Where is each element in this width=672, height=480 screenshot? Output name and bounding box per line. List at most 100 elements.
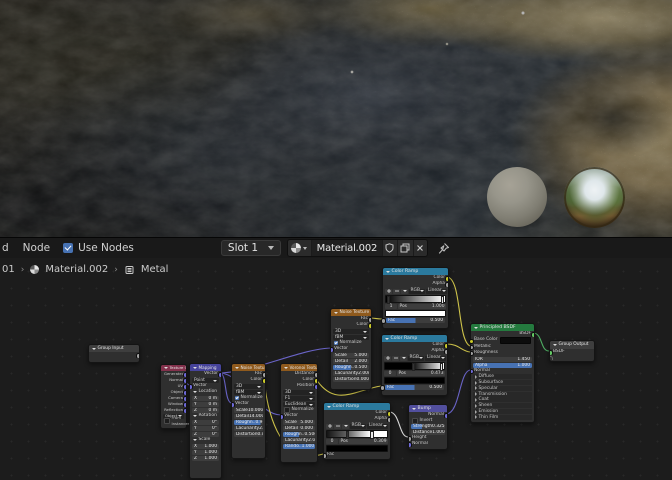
- dimensions-dropdown[interactable]: 3D: [234, 384, 263, 389]
- empty-input-socket[interactable]: [550, 356, 553, 360]
- roughness-slider[interactable]: Roughn..0.500: [283, 432, 315, 437]
- from-instancer-checkbox[interactable]: [164, 418, 170, 424]
- color-mode-dropdown[interactable]: RGB: [350, 424, 366, 430]
- interpolation-dropdown[interactable]: Linear: [426, 289, 447, 295]
- panel-specular[interactable]: Specular: [473, 386, 532, 391]
- lacunarity-slider[interactable]: Lacunarity2.000: [234, 426, 263, 431]
- add-stop-button[interactable]: [326, 424, 333, 430]
- collapse-icon[interactable]: [284, 367, 288, 369]
- collapse-icon[interactable]: [385, 338, 389, 340]
- unlink-material-button[interactable]: [414, 240, 427, 256]
- remove-stop-button[interactable]: [392, 356, 399, 362]
- dimensions-dropdown[interactable]: 3D: [283, 390, 315, 395]
- add-stop-button[interactable]: [384, 356, 391, 362]
- interpolation-dropdown[interactable]: Linear: [367, 424, 388, 430]
- gradient-bar[interactable]: [384, 362, 445, 370]
- section-expand-icon[interactable]: [193, 439, 197, 441]
- collapse-icon[interactable]: [474, 327, 478, 329]
- output-socket-vector[interactable]: [218, 372, 221, 377]
- output-socket-alpha[interactable]: [444, 349, 447, 354]
- location-x-field[interactable]: X0 m: [192, 396, 219, 401]
- fac-slider[interactable]: Fac0.500: [386, 318, 445, 323]
- gradient-stop[interactable]: [387, 296, 390, 304]
- panel-sheen[interactable]: Sheen: [473, 403, 532, 408]
- node-principled-bsdf[interactable]: Principled BSDF BSDF Base Color Metallic…: [470, 323, 535, 423]
- rotation-x-field[interactable]: X0°: [192, 420, 219, 425]
- breadcrumb-node-group[interactable]: Metal: [141, 264, 169, 275]
- gradient-stop[interactable]: [370, 431, 373, 439]
- feature-dropdown[interactable]: F1: [283, 396, 315, 401]
- material-name-field[interactable]: Material.002: [312, 240, 383, 256]
- gradient-bar[interactable]: [326, 430, 388, 438]
- node-editor-canvas[interactable]: 01 › Material.002 › Metal: [0, 258, 672, 480]
- color-mode-dropdown[interactable]: RGB: [409, 289, 425, 295]
- scale-x-field[interactable]: X1.000: [192, 444, 219, 449]
- panel-transmission[interactable]: Transmission: [473, 392, 532, 397]
- stop-index-field[interactable]: 0: [384, 371, 396, 376]
- scale-slider[interactable]: Scale5.000: [333, 353, 369, 358]
- gradient-stop[interactable]: [412, 363, 415, 371]
- stop-index-field[interactable]: 1: [385, 304, 397, 309]
- normalize-checkbox[interactable]: [235, 396, 239, 400]
- node-noise-texture-1[interactable]: Noise Texture Fac Color 3D fBM Normalize…: [231, 363, 266, 459]
- collapse-icon[interactable]: [334, 312, 338, 314]
- add-stop-button[interactable]: [385, 289, 392, 295]
- use-nodes-checkbox[interactable]: [63, 243, 73, 253]
- collapse-icon[interactable]: [92, 348, 96, 350]
- node-group-input[interactable]: Group Input: [88, 344, 140, 363]
- render-viewport[interactable]: [0, 0, 672, 237]
- lacunarity-slider[interactable]: Lacunarity2.000: [283, 438, 315, 443]
- color-mode-dropdown[interactable]: RGB: [408, 356, 424, 362]
- scale-slider[interactable]: Scale5.000: [283, 420, 315, 425]
- interpolation-dropdown[interactable]: Linear: [425, 356, 446, 362]
- panel-thin-film[interactable]: Thin Film: [473, 415, 532, 420]
- panel-subsurface[interactable]: Subsurface: [473, 380, 532, 385]
- node-color-ramp-2[interactable]: Color Ramp Color Alpha RGB Linear 0 Pos0…: [381, 334, 448, 396]
- invert-checkbox[interactable]: [412, 418, 418, 424]
- gradient-stop[interactable]: [440, 363, 443, 371]
- gradient-stop[interactable]: [441, 296, 444, 304]
- node-texture-coordinate[interactable]: Texture Coordinate Generated Normal UV O…: [160, 364, 187, 429]
- section-expand-icon[interactable]: [193, 391, 197, 393]
- gradient-bar[interactable]: [385, 295, 446, 303]
- lacunarity-slider[interactable]: Lacunarity2.000: [333, 371, 369, 376]
- location-y-field[interactable]: Y0 m: [192, 402, 219, 407]
- ramp-options-button[interactable]: [401, 289, 408, 295]
- dimensions-dropdown[interactable]: 3D: [333, 329, 369, 334]
- output-socket-alpha[interactable]: [387, 417, 390, 422]
- node-bump[interactable]: Bump Normal Invert Strength0.325 Distanc…: [408, 404, 448, 450]
- randomness-slider[interactable]: Rando..1.000: [283, 444, 315, 449]
- gradient-stop[interactable]: [346, 431, 349, 439]
- material-browse-button[interactable]: [288, 240, 312, 256]
- scale-y-field[interactable]: Y1.000: [192, 450, 219, 455]
- node-group-output[interactable]: Group Output BSDF: [549, 340, 595, 362]
- stop-color-swatch[interactable]: [385, 310, 446, 317]
- rotation-z-field[interactable]: Z0°: [192, 432, 219, 437]
- normalize-checkbox[interactable]: [334, 341, 338, 345]
- collapse-icon[interactable]: [164, 367, 168, 369]
- output-socket-normal[interactable]: [444, 413, 447, 418]
- fake-user-shield-button[interactable]: [383, 240, 398, 256]
- duplicate-material-button[interactable]: [398, 240, 414, 256]
- scale-z-field[interactable]: Z1.000: [192, 456, 219, 461]
- slot-dropdown[interactable]: Slot 1: [221, 240, 281, 256]
- node-color-ramp-3[interactable]: Color Ramp Color Alpha RGB Linear 0 Pos0…: [323, 402, 391, 460]
- stop-color-swatch[interactable]: [384, 377, 445, 384]
- remove-stop-button[interactable]: [393, 289, 400, 295]
- node-color-ramp-1[interactable]: Color Ramp Color Alpha RGB Linear 1 Pos1…: [382, 267, 449, 329]
- ramp-options-button[interactable]: [400, 356, 407, 362]
- breadcrumb-root[interactable]: 01: [2, 264, 15, 275]
- stop-color-swatch[interactable]: [326, 445, 388, 452]
- detail-slider[interactable]: Detail2.000: [333, 359, 369, 364]
- distortion-slider[interactable]: Distortion0.000: [333, 377, 369, 382]
- output-socket-color[interactable]: [368, 323, 371, 328]
- strength-slider[interactable]: Strength0.325: [411, 424, 445, 429]
- panel-emission[interactable]: Emission: [473, 409, 532, 414]
- breadcrumb-material[interactable]: Material.002: [45, 264, 108, 275]
- rotation-y-field[interactable]: Y0°: [192, 426, 219, 431]
- detail-slider[interactable]: Detail0.000: [283, 426, 315, 431]
- panel-diffuse[interactable]: Diffuse: [473, 374, 532, 379]
- scale-slider[interactable]: Scale10.000: [234, 408, 263, 413]
- node-mapping[interactable]: Mapping Vector Point Vector Location X0 …: [189, 363, 222, 479]
- stop-index-field[interactable]: 0: [326, 439, 338, 444]
